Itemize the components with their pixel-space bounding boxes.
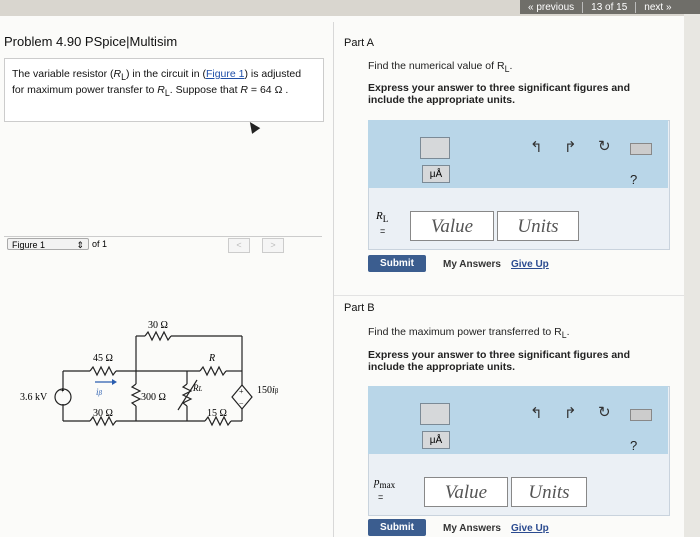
part-b-prompt: Find the maximum power transferred to RL… xyxy=(368,326,570,341)
updown-icon: ⇕ xyxy=(76,240,84,250)
problem-statement: The variable resistor (RL) in the circui… xyxy=(12,68,312,100)
adjacent-window-edge xyxy=(684,14,700,537)
part-a-instruction: Express your answer to three significant… xyxy=(368,82,630,106)
redo-icon[interactable]: ↱ xyxy=(564,138,577,156)
figure-prev-button[interactable]: < xyxy=(228,238,250,253)
position-indicator: 13 of 15 xyxy=(583,1,637,13)
undo-icon[interactable]: ↰ xyxy=(530,404,543,422)
text-part: The variable resistor ( xyxy=(12,68,114,80)
part-a-give-up[interactable]: Give Up xyxy=(511,259,549,270)
figure-next-button[interactable]: > xyxy=(262,238,284,253)
part-a-submit-button[interactable]: Submit xyxy=(368,255,426,272)
column-divider xyxy=(333,22,334,537)
part-a-variable: RL xyxy=(376,210,389,225)
keyboard-icon[interactable] xyxy=(630,143,652,155)
part-a-my-answers[interactable]: My Answers xyxy=(443,259,501,270)
text-part: ) in the circuit in ( xyxy=(126,68,206,80)
part-b-toolbar: μÅ ↰ ↱ ↻ ? xyxy=(368,386,668,454)
plus-sign: + xyxy=(60,386,65,395)
figure-select-label: Figure 1 xyxy=(12,240,46,250)
part-a-units-input[interactable]: Units xyxy=(497,211,579,241)
text-part: . Suppose that xyxy=(169,84,241,97)
part-b-give-up[interactable]: Give Up xyxy=(511,523,549,534)
figure-count: of 1 xyxy=(92,239,108,249)
reset-icon[interactable]: ↻ xyxy=(598,403,611,421)
part-b-my-answers[interactable]: My Answers xyxy=(443,523,501,534)
label-r-30: 30 Ω xyxy=(93,408,113,419)
var-r-plain: R xyxy=(240,84,248,97)
label-r-top: 30 Ω xyxy=(148,320,168,331)
label-r: R xyxy=(208,353,215,364)
keyboard-icon[interactable] xyxy=(630,409,652,421)
part-a-header: Part A xyxy=(344,37,374,49)
reset-icon[interactable]: ↻ xyxy=(598,137,611,155)
label-dep-source: 150iβ xyxy=(257,385,279,396)
arrowhead-icon xyxy=(112,379,117,385)
part-b-variable: pmax xyxy=(374,476,396,491)
part-b-submit-button[interactable]: Submit xyxy=(368,519,426,536)
label-rl: RL xyxy=(192,383,203,393)
next-link[interactable]: next » xyxy=(636,2,679,13)
plus-sign: + xyxy=(239,387,244,396)
minus-sign: − xyxy=(239,399,244,408)
circuit-diagram: + + − 30 Ω 45 Ω R iβ 3.6 kV 300 Ω RL 150… xyxy=(20,320,279,427)
part-a-equals: = xyxy=(380,226,386,236)
part-a-prompt: Find the numerical value of RL. xyxy=(368,60,513,75)
var-r: R xyxy=(113,68,122,80)
var-r: R xyxy=(157,84,165,97)
text-part: = 64 Ω . xyxy=(248,84,289,97)
figure-link[interactable]: Figure 1 xyxy=(206,68,245,80)
part-b-header: Part B xyxy=(344,302,375,314)
redo-icon[interactable]: ↱ xyxy=(564,404,577,422)
problem-title: Problem 4.90 PSpice|Multisim xyxy=(4,34,178,49)
units-button[interactable]: μÅ xyxy=(422,431,450,449)
figure-select[interactable]: Figure 1 ⇕ xyxy=(7,238,89,250)
undo-icon[interactable]: ↰ xyxy=(530,138,543,156)
label-r-300: 300 Ω xyxy=(141,392,166,403)
part-a-toolbar: μÅ ↰ ↱ ↻ ? xyxy=(368,120,668,188)
help-icon[interactable]: ? xyxy=(630,172,637,187)
template-icon[interactable] xyxy=(420,403,450,425)
top-navigation: « previous 13 of 15 next » xyxy=(520,0,700,14)
part-b-value-input[interactable]: Value xyxy=(424,477,508,507)
part-b-units-input[interactable]: Units xyxy=(511,477,587,507)
part-a-value-input[interactable]: Value xyxy=(410,211,494,241)
template-icon[interactable] xyxy=(420,137,450,159)
help-icon[interactable]: ? xyxy=(630,438,637,453)
part-separator xyxy=(334,295,684,296)
part-b-equals: = xyxy=(378,492,384,502)
units-button[interactable]: μÅ xyxy=(422,165,450,183)
label-current: iβ xyxy=(96,387,103,397)
part-b-instruction: Express your answer to three significant… xyxy=(368,349,630,373)
label-r-45: 45 Ω xyxy=(93,353,113,364)
previous-link[interactable]: « previous xyxy=(520,1,584,13)
label-source: 3.6 kV xyxy=(20,392,48,403)
label-r-15: 15 Ω xyxy=(207,408,227,419)
